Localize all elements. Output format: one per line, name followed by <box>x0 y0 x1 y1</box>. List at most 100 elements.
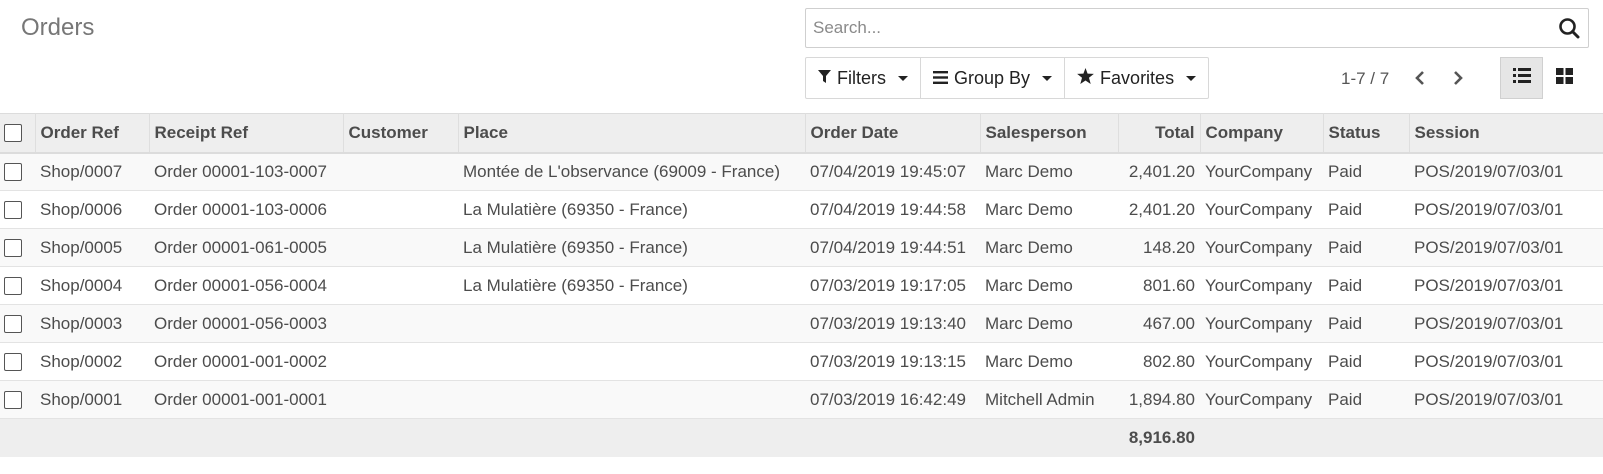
cell-receipt-ref: Order 00001-061-0005 <box>154 237 327 257</box>
cell-session: POS/2019/07/03/01 <box>1414 389 1564 409</box>
cell-receipt-ref: Order 00001-103-0007 <box>154 161 327 181</box>
table-row[interactable]: Shop/0004 Order 00001-056-0004 La Mulatièr… <box>0 267 1603 305</box>
cell-status: Paid <box>1328 351 1363 371</box>
search-icon[interactable] <box>1550 9 1588 47</box>
cell-order-ref: Shop/0006 <box>40 199 123 219</box>
page-title: Orders <box>21 14 95 41</box>
cell-company: YourCompany <box>1205 161 1313 181</box>
cell-order-ref: Shop/0005 <box>40 237 123 257</box>
cell-place: La Mulatière (69350 - France) <box>463 237 688 257</box>
cell-receipt-ref: Order 00001-056-0003 <box>154 313 327 333</box>
cell-salesperson: Marc Demo <box>985 161 1073 181</box>
favorites-button[interactable]: Favorites <box>1065 57 1210 99</box>
bars-icon <box>933 68 948 89</box>
column-header-customer[interactable]: Customer <box>343 113 459 153</box>
cell-session: POS/2019/07/03/01 <box>1414 237 1564 257</box>
cell-order-date: 07/03/2019 16:42:49 <box>810 389 966 409</box>
cell-total: 2,401.20 <box>1128 199 1195 219</box>
table-row[interactable]: Shop/0002 Order 00001-001-0002 07/03/2019 … <box>0 343 1603 381</box>
pager-next-button[interactable] <box>1446 66 1470 90</box>
list-view-button[interactable] <box>1500 57 1543 99</box>
cell-total: 467.00 <box>1143 313 1195 333</box>
row-checkbox[interactable] <box>4 315 22 334</box>
view-switcher <box>1500 57 1586 99</box>
row-select-cell <box>0 191 35 229</box>
cell-salesperson: Marc Demo <box>985 237 1073 257</box>
cell-order-ref: Shop/0007 <box>40 161 123 181</box>
cell-salesperson: Marc Demo <box>985 313 1073 333</box>
cell-salesperson: Mitchell Admin <box>985 389 1095 409</box>
row-checkbox[interactable] <box>4 391 22 410</box>
column-header-order-date[interactable]: Order Date <box>805 113 981 153</box>
row-select-cell <box>0 267 35 305</box>
cell-order-ref: Shop/0003 <box>40 313 123 333</box>
row-checkbox[interactable] <box>4 163 22 182</box>
cell-status: Paid <box>1328 313 1363 333</box>
filters-button[interactable]: Filters <box>805 57 921 99</box>
search-box <box>805 8 1589 48</box>
grand-total: 8,916.80 <box>1128 427 1195 447</box>
table-row[interactable]: Shop/0006 Order 00001-103-0006 La Mulatièr… <box>0 191 1603 229</box>
row-checkbox[interactable] <box>4 353 22 372</box>
cell-total: 148.20 <box>1143 237 1195 257</box>
cell-order-ref: Shop/0002 <box>40 351 123 371</box>
cell-status: Paid <box>1328 275 1363 295</box>
row-select-cell <box>0 381 35 419</box>
column-header-salesperson[interactable]: Salesperson <box>980 113 1119 153</box>
row-select-cell <box>0 343 35 381</box>
cell-salesperson: Marc Demo <box>985 351 1073 371</box>
cell-order-ref: Shop/0004 <box>40 275 123 295</box>
cell-order-ref: Shop/0001 <box>40 389 123 409</box>
column-header-company[interactable]: Company <box>1200 113 1324 153</box>
cell-company: YourCompany <box>1205 389 1313 409</box>
search-input[interactable] <box>806 9 1550 47</box>
cell-customer <box>343 305 458 343</box>
cell-place: Montée de L'observance (69009 - France) <box>463 161 780 181</box>
favorites-label: Favorites <box>1100 67 1175 88</box>
groupby-label: Group By <box>954 67 1031 88</box>
table-row[interactable]: Shop/0007 Order 00001-103-0007 Montée de L… <box>0 152 1603 191</box>
kanban-view-button[interactable] <box>1543 57 1586 99</box>
cell-company: YourCompany <box>1205 237 1313 257</box>
cell-order-date: 07/03/2019 19:13:40 <box>810 313 966 333</box>
star-icon <box>1077 67 1094 89</box>
row-select-cell <box>0 153 35 191</box>
cell-place <box>458 343 805 381</box>
cell-total: 1,894.80 <box>1128 389 1195 409</box>
table-row[interactable]: Shop/0003 Order 00001-056-0003 07/03/2019 … <box>0 304 1603 343</box>
cell-status: Paid <box>1328 161 1363 181</box>
cell-company: YourCompany <box>1205 351 1313 371</box>
table-footer-row: 8,916.80 <box>0 418 1603 457</box>
column-header-total[interactable]: Total <box>1118 113 1201 153</box>
cell-company: YourCompany <box>1205 313 1313 333</box>
cell-total: 2,401.20 <box>1128 161 1195 181</box>
column-header-place[interactable]: Place <box>458 113 806 153</box>
row-checkbox[interactable] <box>4 277 22 296</box>
cell-order-date: 07/04/2019 19:45:07 <box>810 161 966 181</box>
filter-icon <box>818 68 831 89</box>
row-checkbox[interactable] <box>4 239 22 258</box>
chevron-left-icon <box>1415 71 1424 85</box>
groupby-button[interactable]: Group By <box>921 57 1066 99</box>
table-row[interactable]: Shop/0005 Order 00001-061-0005 La Mulatièr… <box>0 228 1603 267</box>
cell-customer <box>343 153 458 191</box>
column-header-status[interactable]: Status <box>1323 113 1410 153</box>
chevron-right-icon <box>1454 71 1463 85</box>
cell-customer <box>343 229 458 267</box>
cell-place <box>458 305 805 343</box>
select-all-checkbox[interactable] <box>4 124 22 143</box>
cell-total: 801.60 <box>1143 275 1195 295</box>
filters-label: Filters <box>837 67 886 88</box>
column-header-session[interactable]: Session <box>1409 113 1603 153</box>
column-header-order-ref[interactable]: Order Ref <box>35 113 150 153</box>
cell-status: Paid <box>1328 199 1363 219</box>
kanban-icon <box>1556 67 1573 89</box>
column-header-receipt-ref[interactable]: Receipt Ref <box>149 113 344 153</box>
row-checkbox[interactable] <box>4 201 22 220</box>
table-header-row: Order Ref Receipt Ref Customer Place Ord… <box>0 113 1603 153</box>
table-row[interactable]: Shop/0001 Order 00001-001-0001 07/03/2019 … <box>0 380 1603 419</box>
pager-value[interactable]: 1-7 / 7 <box>1341 69 1389 89</box>
row-select-cell <box>0 305 35 343</box>
pager-previous-button[interactable] <box>1408 66 1432 90</box>
cell-session: POS/2019/07/03/01 <box>1414 275 1564 295</box>
